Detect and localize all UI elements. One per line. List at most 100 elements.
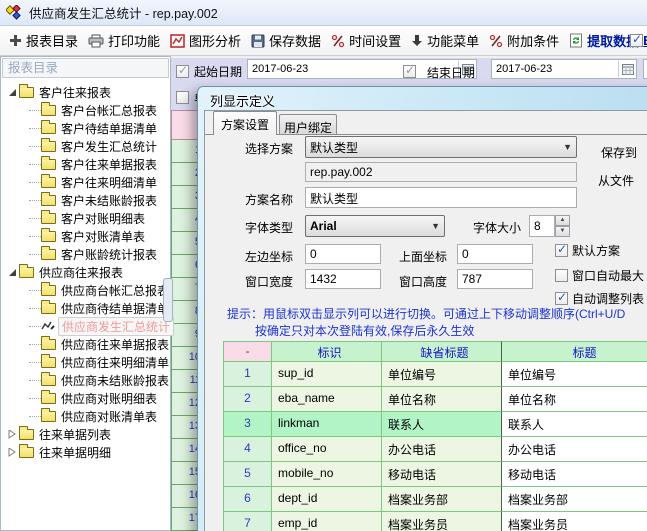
chevron-down-icon: ▼ [563,142,572,152]
table-row[interactable]: 6dept_id档案业务部档案业务部 [223,487,647,512]
tree-expanded-icon[interactable] [5,88,19,97]
plus-icon [9,34,22,47]
folder-icon [41,249,56,260]
end-date-checkbox[interactable] [403,65,416,78]
left-coord-input[interactable]: 0 [305,244,381,264]
sidebar-item[interactable]: 供应商往来明细清单 [1,353,169,371]
calendar-icon[interactable] [618,61,636,77]
sidebar-item[interactable]: 供应商台帐汇总报表 [1,281,169,299]
table-row[interactable]: 1sup_id单位编号单位编号 [223,362,647,387]
top-coord-input[interactable]: 0 [457,244,533,264]
app-icon [6,5,22,21]
red-pen-icon [489,34,503,48]
folder-icon [41,141,56,152]
from-file-button[interactable]: 从文件 [598,172,634,189]
sidebar-item[interactable]: 客户往来明细清单 [1,173,157,191]
toolbar-checkbox[interactable] [630,34,643,47]
folder-icon [41,285,56,296]
sidebar-item[interactable]: 客户台帐汇总报表 [1,101,157,119]
font-size-stepper[interactable]: 8 ▲▼ [529,215,570,237]
sidebar-item[interactable]: 供应商待结单据清单 [1,299,169,317]
title-bar: 供应商发生汇总统计 - rep.pay.002 [0,0,647,26]
sidebar-item[interactable]: 往来单据列表 [1,425,111,443]
report-catalog-panel: 报表目录 客户往来报表 客户台帐汇总报表 客户待结单据清单 客户发生汇总统计 客… [0,56,171,531]
tree-collapsed-icon[interactable] [5,448,19,457]
table-row[interactable]: 7emp_id档案业务员档案业务员 [223,512,647,531]
end-date-input[interactable]: 2017-06-23 [491,59,637,79]
sidebar-item[interactable]: 客户未结账龄报表 [1,191,157,209]
scheme-name-input[interactable]: 默认类型 [305,187,577,208]
toolbar-button-graph[interactable]: 图形分析 [168,29,243,52]
sidebar-item[interactable]: 客户账龄统计报表 [1,245,157,263]
sidebar-item[interactable]: 客户发生汇总统计 [1,137,157,155]
toolbar-button-report-catalog[interactable]: 报表目录 [7,29,80,52]
toolbar-button-extra-condition[interactable]: 附加条件 [487,29,561,52]
sidebar-item[interactable]: 供应商未结账龄报表 [1,371,169,389]
table-row[interactable]: 2eba_name单位名称单位名称 [223,387,647,412]
left-coord-label: 左边坐标 [245,248,293,265]
sidebar-item[interactable]: 客户对账清单表 [1,227,145,245]
folder-icon [19,447,34,458]
sidebar-item[interactable]: 客户往来报表 [1,83,111,101]
end-date-label: 结束日期 [427,64,475,81]
window-height-input[interactable]: 787 [457,269,533,289]
default-scheme-checkbox[interactable]: 默认方案 [555,242,620,259]
sidebar-item[interactable]: 供应商往来报表 [1,263,123,281]
chart-icon [170,34,185,48]
sidebar-item-selected[interactable]: 供应商发生汇总统计 [1,317,174,335]
folder-icon [41,213,56,224]
scheme-select[interactable]: 默认类型▼ [305,136,577,158]
sidebar-item[interactable]: 供应商对账明细表 [1,389,157,407]
sidebar-item[interactable]: 供应商对账清单表 [1,407,157,425]
sidebar-item[interactable]: 客户往来单据报表 [1,155,157,173]
splitter-handle[interactable] [163,278,173,322]
sidebar-item[interactable]: 客户待结单据清单 [1,119,157,137]
folder-icon [41,303,56,314]
folder-icon [41,411,56,422]
folder-icon [41,231,56,242]
window-width-input[interactable]: 1432 [305,269,381,289]
spin-up-icon[interactable]: ▲ [555,215,570,226]
folder-icon [41,177,56,188]
row2-checkbox[interactable] [176,91,189,104]
refresh-icon [569,33,583,48]
toolbar-button-function-menu[interactable]: 功能菜单 [409,29,481,52]
spin-down-icon[interactable]: ▼ [555,226,570,237]
sidebar-item[interactable]: 往来单据明细 [1,443,111,461]
auto-maximize-checkbox[interactable]: 窗口自动最大 [555,267,644,284]
start-date-checkbox[interactable] [176,65,189,78]
toolbar-button-print[interactable]: 打印功能 [86,29,162,52]
save-to-button[interactable]: 保存到 [601,144,637,161]
tab-scheme-settings[interactable]: 方案设置 [213,111,277,135]
toolbar-button-time-setting[interactable]: 时间设置 [329,29,403,52]
sidebar-item[interactable]: 客户对账明细表 [1,209,145,227]
table-header-row: - 标识 缺省标题 标题 [223,341,647,362]
save-icon [251,34,265,48]
dialog-title: 列显示定义 [210,91,275,110]
active-report-icon [41,320,56,332]
toolbar-button-save[interactable]: 保存数据 [249,29,323,52]
font-size-label: 字体大小 [473,219,521,236]
column-definition-table: - 标识 缺省标题 标题 1sup_id单位编号单位编号 2eba_name单位… [223,341,647,531]
tree-collapsed-icon[interactable] [5,430,19,439]
font-type-label: 字体类型 [245,219,293,236]
sidebar-item[interactable]: 供应商往来单据报表 [1,335,169,353]
window-width-label: 窗口宽度 [245,273,293,290]
column-display-dialog: 列显示定义 方案设置 用户绑定 选择方案 默认类型▼ rep.pay.002 保… [197,86,647,531]
folder-icon [41,393,56,404]
table-row[interactable]: 4office_no办公电话办公电话 [223,437,647,462]
chevron-down-icon: ▼ [431,221,440,231]
tree-expanded-icon[interactable] [5,268,19,277]
folder-icon [41,123,56,134]
folder-icon [41,375,56,386]
window-title: 供应商发生汇总统计 - rep.pay.002 [29,3,218,22]
red-pen-icon [331,34,345,48]
font-select[interactable]: Arial▼ [305,215,445,237]
table-row-selected[interactable]: 3linkman联系人联系人 [223,412,647,437]
down-arrow-icon [411,34,423,47]
tab-user-binding[interactable]: 用户绑定 [279,114,337,135]
folder-icon [19,267,34,278]
folder-icon [41,357,56,368]
table-row[interactable]: 5mobile_no移动电话移动电话 [223,462,647,487]
folder-icon [41,195,56,206]
